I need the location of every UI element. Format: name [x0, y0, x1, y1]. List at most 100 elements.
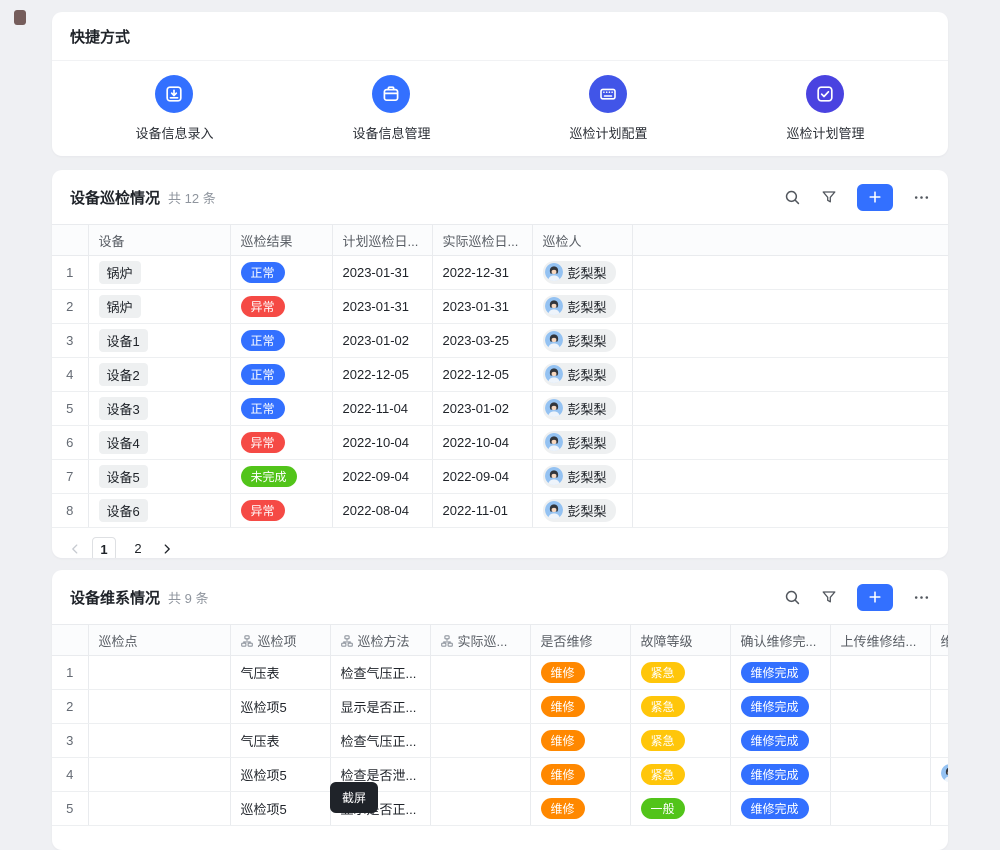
status-cell[interactable]: 异常	[230, 494, 332, 528]
status-cell[interactable]: 维修	[530, 758, 630, 792]
text-cell[interactable]: 气压表	[230, 724, 330, 758]
option-cell[interactable]: 锅炉	[88, 256, 230, 290]
status-cell[interactable]: 维修	[530, 724, 630, 758]
status-cell[interactable]: 未完成	[230, 460, 332, 494]
person-tag: 彭梨梨	[543, 363, 616, 386]
column-header[interactable]: 确认维修完...	[730, 625, 830, 656]
text-cell[interactable]: 2022-10-04	[332, 426, 432, 460]
shortcut-device-manage[interactable]: 设备信息管理	[352, 75, 430, 142]
text-cell[interactable]: 2022-11-01	[432, 494, 532, 528]
status-cell[interactable]: 维修	[530, 656, 630, 690]
status-cell[interactable]: 异常	[230, 426, 332, 460]
status-cell[interactable]: 正常	[230, 324, 332, 358]
search-icon[interactable]	[784, 189, 801, 206]
status-badge: 正常	[241, 398, 285, 419]
person-cell[interactable]: 彭梨梨	[532, 392, 632, 426]
page-button-2[interactable]: 2	[126, 537, 150, 558]
search-icon[interactable]	[784, 589, 801, 606]
more-icon[interactable]	[913, 189, 930, 206]
option-cell[interactable]: 设备2	[88, 358, 230, 392]
text-cell[interactable]: 检查气压正...	[330, 724, 430, 758]
column-header[interactable]: 巡检方法	[330, 625, 430, 656]
column-header[interactable]: 故障等级	[630, 625, 730, 656]
status-cell[interactable]: 正常	[230, 256, 332, 290]
shortcut-plan-manage[interactable]: 巡检计划管理	[786, 75, 864, 142]
column-header[interactable]: 巡检人	[532, 225, 632, 256]
option-cell[interactable]: 设备4	[88, 426, 230, 460]
empty-cell	[632, 324, 948, 358]
text-cell[interactable]: 2022-09-04	[432, 460, 532, 494]
column-header[interactable]: 巡检结果	[230, 225, 332, 256]
person-tag: 彭梨梨	[543, 465, 616, 488]
status-cell[interactable]: 维修完成	[730, 792, 830, 826]
status-cell[interactable]: 紧急	[630, 724, 730, 758]
status-cell[interactable]: 维修完成	[730, 758, 830, 792]
column-header[interactable]: 实际巡检日...	[432, 225, 532, 256]
status-cell[interactable]: 正常	[230, 358, 332, 392]
page-button-1[interactable]: 1	[92, 537, 116, 558]
status-cell[interactable]: 紧急	[630, 758, 730, 792]
text-cell[interactable]: 2022-12-05	[432, 358, 532, 392]
status-cell[interactable]: 维修完成	[730, 690, 830, 724]
column-header[interactable]: 是否维修	[530, 625, 630, 656]
text-cell[interactable]: 巡检项5	[230, 690, 330, 724]
text-cell[interactable]: 检查气压正...	[330, 656, 430, 690]
person-cell[interactable]: 彭梨梨	[532, 256, 632, 290]
option-cell[interactable]: 设备5	[88, 460, 230, 494]
status-cell[interactable]: 正常	[230, 392, 332, 426]
person-cell[interactable]: 彭梨梨	[532, 290, 632, 324]
status-cell[interactable]: 维修完成	[730, 724, 830, 758]
text-cell[interactable]: 显示是否正...	[330, 690, 430, 724]
status-cell[interactable]: 紧急	[630, 656, 730, 690]
column-header[interactable]: 实际巡...	[430, 625, 530, 656]
text-cell[interactable]: 2022-10-04	[432, 426, 532, 460]
column-header[interactable]: 维	[930, 625, 948, 656]
text-cell[interactable]: 2023-01-31	[432, 290, 532, 324]
person-cell[interactable]: 彭梨梨	[532, 494, 632, 528]
column-header[interactable]: 设备	[88, 225, 230, 256]
status-cell[interactable]: 维修	[530, 690, 630, 724]
status-cell[interactable]: 维修	[530, 792, 630, 826]
person-cell[interactable]: 彭梨梨	[532, 324, 632, 358]
status-cell[interactable]: 异常	[230, 290, 332, 324]
option-cell[interactable]: 设备3	[88, 392, 230, 426]
text-cell[interactable]: 2023-01-31	[332, 290, 432, 324]
text-cell[interactable]: 2023-01-02	[432, 392, 532, 426]
status-cell[interactable]: 紧急	[630, 690, 730, 724]
filter-icon[interactable]	[821, 589, 837, 605]
add-record-button[interactable]	[857, 184, 893, 211]
more-icon[interactable]	[913, 589, 930, 606]
text-cell[interactable]: 巡检项5	[230, 758, 330, 792]
person-cell[interactable]: 彭梨梨	[532, 358, 632, 392]
status-cell[interactable]: 一般	[630, 792, 730, 826]
filter-icon[interactable]	[821, 189, 837, 205]
status-cell[interactable]: 维修完成	[730, 656, 830, 690]
text-cell[interactable]: 2023-03-25	[432, 324, 532, 358]
text-cell[interactable]: 气压表	[230, 656, 330, 690]
column-header[interactable]: 计划巡检日...	[332, 225, 432, 256]
column-header[interactable]: 上传维修结...	[830, 625, 930, 656]
shortcut-device-entry[interactable]: 设备信息录入	[135, 75, 213, 142]
option-cell[interactable]: 设备1	[88, 324, 230, 358]
column-header[interactable]: 巡检项	[230, 625, 330, 656]
add-record-button[interactable]	[857, 584, 893, 611]
option-cell[interactable]: 设备6	[88, 494, 230, 528]
person-cell[interactable]: 彭梨梨	[532, 460, 632, 494]
next-page-button[interactable]	[160, 542, 174, 556]
text-cell[interactable]: 2023-01-02	[332, 324, 432, 358]
text-cell[interactable]: 2022-12-05	[332, 358, 432, 392]
person-name: 彭梨梨	[568, 501, 607, 520]
text-cell[interactable]: 2023-01-31	[332, 256, 432, 290]
prev-page-button[interactable]	[68, 542, 82, 556]
person-cell[interactable]	[930, 758, 948, 792]
column-header[interactable]: 巡检点	[88, 625, 230, 656]
text-cell[interactable]: 2022-09-04	[332, 460, 432, 494]
text-cell[interactable]: 巡检项5	[230, 792, 330, 826]
text-cell[interactable]: 2022-12-31	[432, 256, 532, 290]
person-cell[interactable]: 彭梨梨	[532, 426, 632, 460]
text-cell[interactable]: 2022-11-04	[332, 392, 432, 426]
column-header[interactable]	[632, 225, 948, 256]
shortcut-plan-config[interactable]: 巡检计划配置	[569, 75, 647, 142]
text-cell[interactable]: 2022-08-04	[332, 494, 432, 528]
option-cell[interactable]: 锅炉	[88, 290, 230, 324]
